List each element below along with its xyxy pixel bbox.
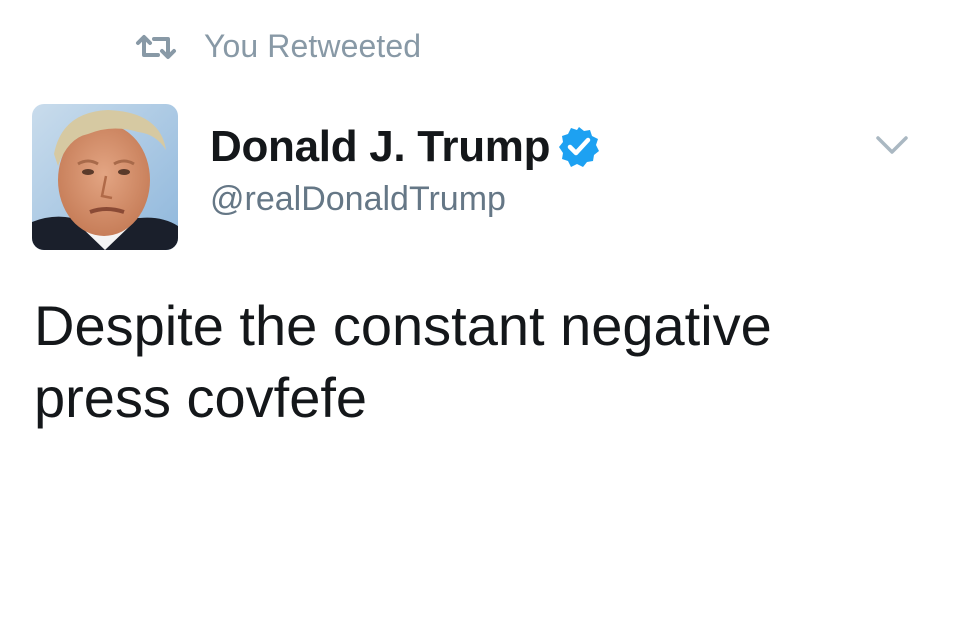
retweet-icon	[134, 33, 178, 61]
verified-badge-icon	[556, 124, 602, 170]
author-block[interactable]: Donald J. Trump @realDonaldTrump	[210, 122, 602, 219]
tweet-text: Despite the constant negative press covf…	[34, 294, 772, 429]
chevron-down-icon[interactable]	[874, 134, 910, 158]
display-name[interactable]: Donald J. Trump	[210, 122, 551, 172]
avatar[interactable]	[32, 104, 178, 250]
name-row: Donald J. Trump	[210, 122, 602, 172]
retweet-context: You Retweeted	[134, 28, 421, 65]
tweet-card[interactable]: You Retweeted Donald J. Trump @realDonal…	[0, 0, 970, 620]
handle[interactable]: @realDonaldTrump	[210, 180, 602, 219]
retweet-label: You Retweeted	[204, 28, 422, 64]
